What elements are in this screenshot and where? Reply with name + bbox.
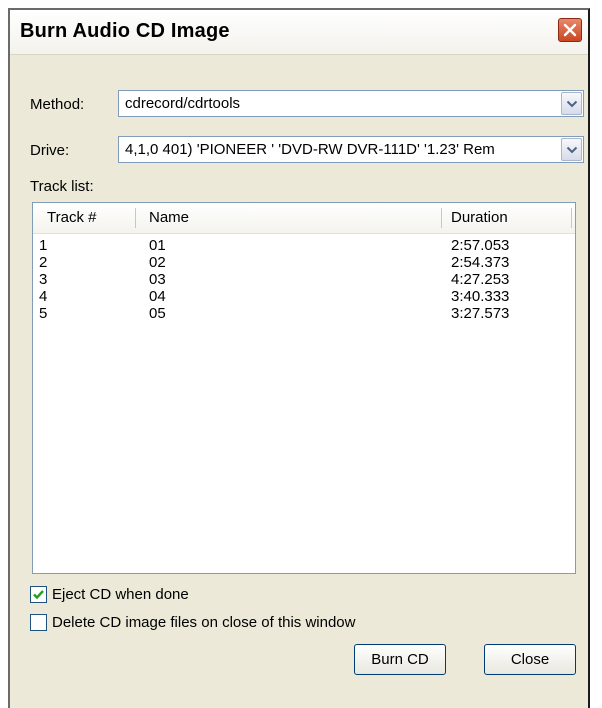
eject-checkbox[interactable] [30, 586, 47, 603]
track-name-cell: 02 [149, 254, 166, 271]
column-divider[interactable] [571, 208, 572, 228]
column-track-number[interactable]: Track # [47, 209, 96, 226]
delete-files-checkbox[interactable] [30, 614, 47, 631]
title-close-button[interactable] [558, 18, 582, 42]
track-list-header: Track # Name Duration [33, 203, 575, 234]
method-label: Method: [30, 96, 85, 113]
table-row[interactable]: 4 04 3:40.333 [33, 288, 575, 305]
track-number-cell: 4 [39, 288, 48, 305]
table-row[interactable]: 5 05 3:27.573 [33, 305, 575, 322]
track-list-label: Track list: [30, 178, 94, 195]
track-number-cell: 3 [39, 271, 48, 288]
track-duration-cell: 3:27.573 [451, 305, 510, 322]
method-select[interactable]: cdrecord/cdrtools [118, 90, 584, 117]
title-bar[interactable]: Burn Audio CD Image [10, 10, 588, 55]
drive-select[interactable]: 4,1,0 401) 'PIONEER ' 'DVD-RW DVR-111D' … [118, 136, 584, 163]
track-duration-cell: 2:57.053 [451, 237, 510, 254]
method-value: cdrecord/cdrtools [125, 95, 241, 112]
close-button[interactable]: Close [484, 644, 576, 675]
dialog-title: Burn Audio CD Image [20, 20, 230, 42]
method-dropdown-button[interactable] [561, 92, 582, 115]
table-row[interactable]: 3 03 4:27.253 [33, 271, 575, 288]
track-number-cell: 1 [39, 237, 48, 254]
burn-audio-cd-dialog: Burn Audio CD Image Method: cdrecord/cdr… [8, 8, 590, 708]
drive-value: 4,1,0 401) 'PIONEER ' 'DVD-RW DVR-111D' … [125, 141, 495, 158]
column-divider[interactable] [441, 208, 442, 228]
track-duration-cell: 3:40.333 [451, 288, 510, 305]
track-duration-cell: 4:27.253 [451, 271, 510, 288]
column-divider[interactable] [135, 208, 136, 228]
drive-dropdown-button[interactable] [561, 138, 582, 161]
track-list[interactable]: Track # Name Duration 1 01 2:57.053 2 02… [32, 202, 576, 574]
column-duration[interactable]: Duration [451, 209, 508, 226]
close-icon [563, 23, 577, 37]
check-icon [33, 590, 44, 600]
eject-label[interactable]: Eject CD when done [52, 586, 189, 603]
drive-label: Drive: [30, 142, 70, 159]
chevron-down-icon [566, 146, 578, 154]
track-number-cell: 5 [39, 305, 48, 322]
table-row[interactable]: 1 01 2:57.053 [33, 237, 575, 254]
delete-files-label[interactable]: Delete CD image files on close of this w… [52, 614, 355, 631]
table-row[interactable]: 2 02 2:54.373 [33, 254, 575, 271]
track-duration-cell: 2:54.373 [451, 254, 510, 271]
track-name-cell: 05 [149, 305, 166, 322]
track-name-cell: 04 [149, 288, 166, 305]
track-name-cell: 01 [149, 237, 166, 254]
burn-cd-button[interactable]: Burn CD [354, 644, 446, 675]
track-name-cell: 03 [149, 271, 166, 288]
chevron-down-icon [566, 100, 578, 108]
column-name[interactable]: Name [149, 209, 189, 226]
track-number-cell: 2 [39, 254, 48, 271]
